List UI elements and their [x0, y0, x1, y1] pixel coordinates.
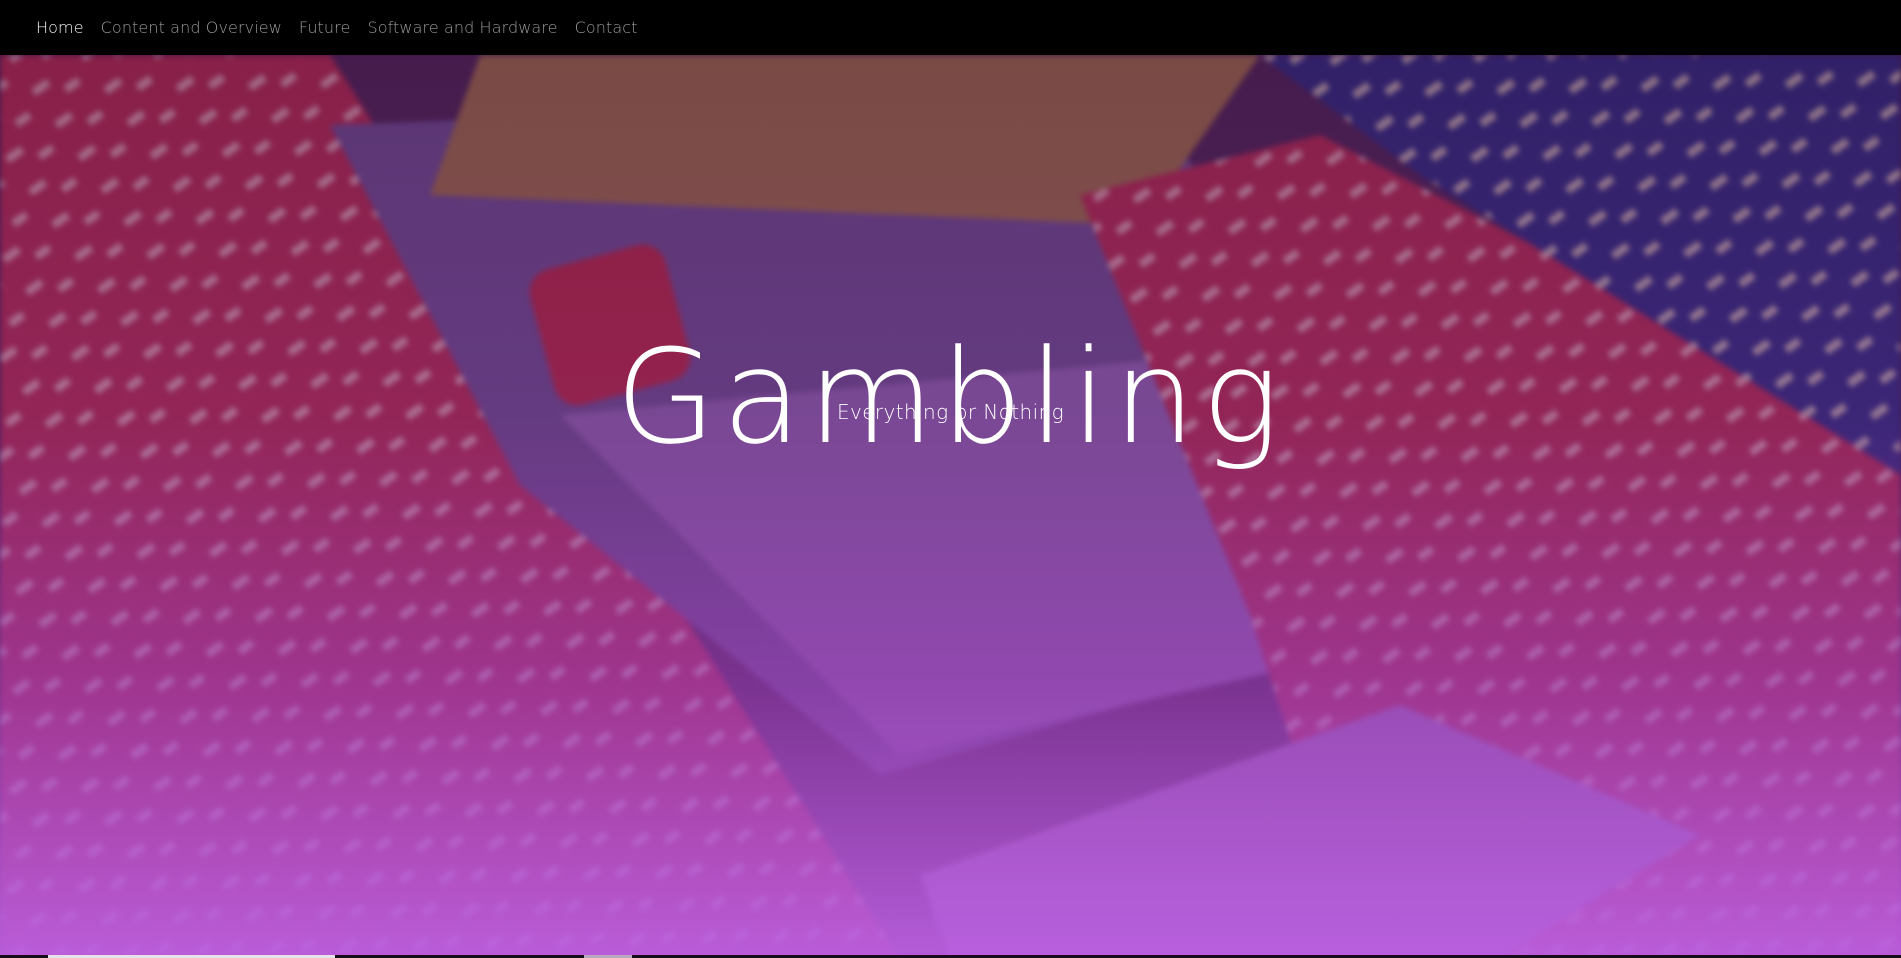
nav-link-home[interactable]: Home	[36, 18, 84, 37]
hero-title: Gambling	[615, 321, 1286, 474]
page: Home Content and Overview Future Softwar…	[0, 0, 1901, 958]
hero-section: Gambling Everything or Nothing	[0, 55, 1901, 958]
nav-link-software-hardware[interactable]: Software and Hardware	[367, 18, 557, 37]
nav-link-contact[interactable]: Contact	[575, 18, 638, 37]
hero-subtitle: Everything or Nothing	[836, 400, 1065, 424]
nav-link-future[interactable]: Future	[299, 18, 351, 37]
top-navbar: Home Content and Overview Future Softwar…	[0, 0, 1901, 55]
nav-link-content-overview[interactable]: Content and Overview	[101, 18, 282, 37]
hero-gradient-overlay	[0, 55, 1901, 958]
